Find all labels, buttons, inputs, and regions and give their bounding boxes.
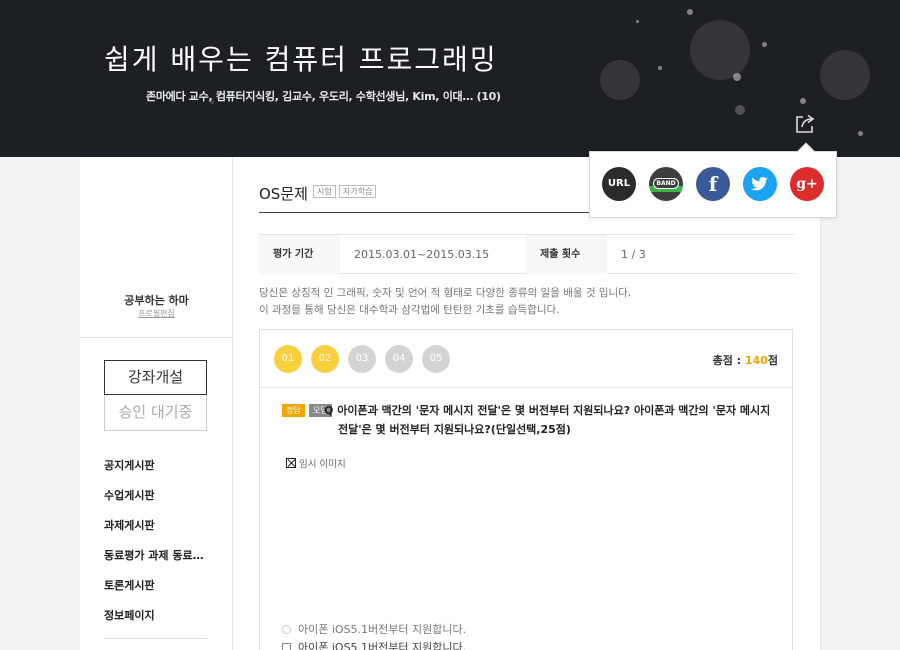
sparkle-decoration bbox=[687, 9, 693, 15]
bokeh-decoration bbox=[600, 60, 640, 100]
sparkle-decoration bbox=[733, 73, 741, 81]
instructor-list[interactable]: 존마에다 교수, 컴퓨터지식킹, 김교수, 우도리, 수학선생님, Kim, 이… bbox=[146, 88, 501, 104]
tag-self-study: 자가학습 bbox=[339, 185, 377, 198]
question-body: 아이폰과 맥간의 '문자 메시지 전달'은 몇 버전부터 지원되나요? 아이폰과… bbox=[337, 404, 771, 436]
total-score: 총점 : 140점 bbox=[713, 352, 778, 368]
submit-count-label: 제출 횟수 bbox=[526, 235, 607, 274]
share-googleplus-button[interactable]: g+ bbox=[790, 167, 824, 201]
link-icon: URL bbox=[607, 178, 631, 189]
quiz-title: OS문제 bbox=[259, 185, 308, 203]
question-step-05[interactable]: 05 bbox=[422, 345, 450, 373]
score-unit: 점 bbox=[767, 354, 778, 367]
period-label: 평가 기간 bbox=[259, 235, 340, 274]
sparkle-decoration bbox=[735, 105, 745, 115]
sparkle-decoration bbox=[636, 20, 639, 23]
quiz-info-table: 평가 기간 2015.03.01~2015.03.15 제출 횟수 1 / 3 bbox=[259, 234, 795, 274]
answer-option-radio[interactable]: 아이폰 iOS5.1버전부터 지원합니다. bbox=[282, 621, 466, 637]
profile-edit-link[interactable]: 프로필편집 bbox=[80, 308, 233, 319]
profile-name: 공부하는 하마 bbox=[124, 294, 189, 307]
sparkle-decoration bbox=[762, 42, 767, 47]
sidebar-item-discussion[interactable]: 토론게시판 bbox=[104, 577, 155, 593]
score-label: 총점 : bbox=[712, 354, 742, 367]
divider bbox=[80, 337, 233, 338]
sidebar-item-info[interactable]: 정보페이지 bbox=[104, 607, 155, 623]
image-placeholder: 임시 이미지 bbox=[286, 456, 346, 470]
question-text: Q 아이폰과 맥간의 '문자 메시지 전달'은 몇 버전부터 지원되나요? 아이… bbox=[324, 401, 778, 439]
description-line: 당신은 상징적 인 그래픽, 숫자 및 언어 적 형태로 다양한 종류의 일을 … bbox=[259, 287, 632, 299]
course-title: 쉽게 배우는 컴퓨터 프로그래밍 bbox=[104, 43, 498, 76]
option-label: 아이폰 iOS5.1버전부터 지원합니다. bbox=[298, 623, 467, 636]
twitter-icon bbox=[751, 177, 768, 191]
submit-count-value: 1 / 3 bbox=[621, 248, 646, 261]
sparkle-decoration bbox=[858, 131, 863, 136]
description-line: 이 과정을 통해 당신은 대수학과 삼각법에 탄탄한 기초를 습득합니다. bbox=[259, 304, 560, 316]
share-popup: URL BAND f g+ bbox=[589, 142, 837, 218]
sparkle-decoration bbox=[800, 98, 806, 104]
sidebar: 공부하는 하마 프로필편집 강좌개설 승인 대기중 공지게시판 수업게시판 과제… bbox=[80, 157, 233, 650]
option-label: 아이폰 iOS5.1버전부터 지원합니다. bbox=[298, 641, 467, 650]
sidebar-item-peer-review[interactable]: 동료평가 과제 동료… bbox=[104, 547, 204, 563]
bokeh-decoration bbox=[690, 20, 750, 80]
pending-approval-button[interactable]: 승인 대기중 bbox=[104, 395, 207, 431]
share-facebook-button[interactable]: f bbox=[696, 167, 730, 201]
share-twitter-button[interactable] bbox=[743, 167, 777, 201]
google-plus-icon: g+ bbox=[796, 176, 818, 192]
answer-option-checkbox[interactable]: 아이폰 iOS5.1버전부터 지원합니다. bbox=[282, 639, 466, 650]
quiz-description: 당신은 상징적 인 그래픽, 숫자 및 언어 적 형태로 다양한 종류의 일을 … bbox=[259, 285, 631, 319]
period-value: 2015.03.01~2015.03.15 bbox=[354, 248, 490, 261]
correct-badge: 정답 bbox=[282, 404, 305, 417]
band-icon: BAND bbox=[653, 178, 679, 189]
radio-icon[interactable] bbox=[282, 625, 291, 634]
share-icon[interactable] bbox=[794, 113, 816, 135]
question-nav: 01 02 03 04 05 총점 : 140점 bbox=[260, 330, 792, 388]
question-step-01[interactable]: 01 bbox=[274, 345, 302, 373]
checkbox-icon[interactable] bbox=[282, 643, 291, 650]
sidebar-item-class[interactable]: 수업게시판 bbox=[104, 487, 155, 503]
question-marker: Q bbox=[324, 404, 334, 417]
divider bbox=[104, 638, 207, 639]
score-value: 140 bbox=[744, 354, 768, 367]
sidebar-item-notice[interactable]: 공지게시판 bbox=[104, 457, 155, 473]
question-step-02[interactable]: 02 bbox=[311, 345, 339, 373]
bokeh-decoration bbox=[820, 50, 870, 100]
question-panel: 01 02 03 04 05 총점 : 140점 정답 오답 Q 아이폰과 맥간… bbox=[259, 329, 793, 650]
question-step-03[interactable]: 03 bbox=[348, 345, 376, 373]
broken-image-icon bbox=[286, 458, 296, 468]
course-header: 쉽게 배우는 컴퓨터 프로그래밍 존마에다 교수, 컴퓨터지식킹, 김교수, 우… bbox=[0, 0, 900, 157]
image-placeholder-label: 임시 이미지 bbox=[299, 459, 346, 470]
facebook-icon: f bbox=[708, 172, 718, 196]
share-url-button[interactable]: URL bbox=[602, 167, 636, 201]
sparkle-decoration bbox=[658, 66, 662, 70]
share-band-button[interactable]: BAND bbox=[649, 167, 683, 201]
open-course-button[interactable]: 강좌개설 bbox=[104, 360, 207, 395]
tag-exam: 시험 bbox=[313, 185, 336, 198]
sidebar-item-assignment[interactable]: 과제게시판 bbox=[104, 517, 155, 533]
question-step-04[interactable]: 04 bbox=[385, 345, 413, 373]
